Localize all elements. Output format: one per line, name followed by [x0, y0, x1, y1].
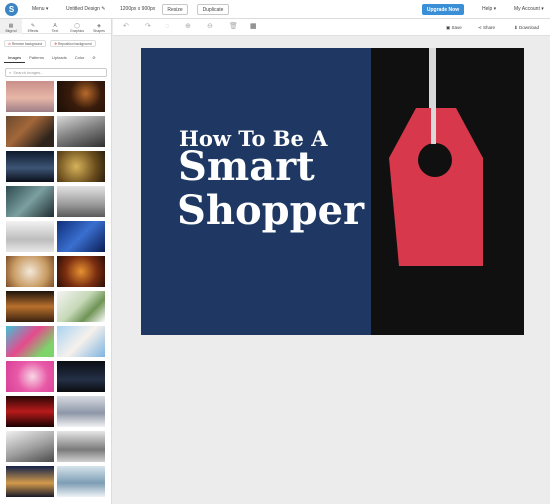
- city-dusk-photo[interactable]: [6, 466, 54, 497]
- tab-shapes[interactable]: ◈ Shapes: [88, 19, 110, 34]
- blossom-branch-photo[interactable]: [57, 326, 105, 357]
- star-night-photo[interactable]: [57, 361, 105, 392]
- download-button[interactable]: ⬇ Download: [514, 25, 539, 31]
- account-menu[interactable]: My Account ▾: [514, 6, 544, 12]
- delete-icon[interactable]: 🗑: [229, 23, 238, 31]
- move-forward-icon[interactable]: ⊕: [185, 23, 191, 31]
- pink-sky-photo[interactable]: [6, 81, 54, 112]
- download-label: Download: [519, 25, 540, 30]
- move-back-icon[interactable]: ⊖: [207, 23, 213, 31]
- remove-icon: ⊘: [8, 41, 11, 46]
- hanging-lights-photo[interactable]: [6, 291, 54, 322]
- white-branches-photo[interactable]: [6, 221, 54, 252]
- undo-icon[interactable]: ↶: [123, 23, 129, 31]
- palm-leaf-photo[interactable]: [57, 291, 105, 322]
- tab-graphics[interactable]: ◯ Graphics: [66, 19, 88, 34]
- search-icon: ⌕: [9, 70, 12, 75]
- design-name[interactable]: Untitled Design ✎: [66, 6, 106, 12]
- reposition-icon: ✥: [54, 41, 57, 46]
- price-tag-graphic[interactable]: [371, 48, 524, 335]
- snow-forest-photo[interactable]: [57, 431, 105, 462]
- tab-label: Text: [51, 29, 59, 33]
- resize-button[interactable]: Resize: [162, 4, 188, 15]
- grid-icon[interactable]: ▦: [250, 23, 257, 31]
- tag-string-over: [431, 108, 436, 144]
- tab-effects[interactable]: ✎ Effects: [22, 19, 44, 34]
- left-sidebar: ▦ Bkgrnd ✎ Effects A Text ◯ Graphics ◈ Shapes…: [0, 19, 112, 504]
- tag-hole: [418, 143, 452, 177]
- subtab-color[interactable]: Color: [71, 53, 89, 63]
- search-input[interactable]: ⌕ Search Images...: [5, 68, 107, 77]
- editor-toolbar: ↶ ↷ ◌ ⊕ ⊖ 🗑 ▦ ▣ Save ⋖ Share ⬇ Download: [113, 19, 550, 36]
- subtab-patterns[interactable]: Patterns: [25, 53, 48, 63]
- pink-flower-photo[interactable]: [6, 361, 54, 392]
- reposition-background-label: Reposition background: [57, 41, 92, 46]
- save-button[interactable]: ▣ Save: [446, 25, 462, 31]
- redo-icon[interactable]: ↷: [145, 23, 151, 31]
- orange-bokeh-photo[interactable]: [57, 256, 105, 287]
- blue-cubes-photo[interactable]: [57, 221, 105, 252]
- menu-button[interactable]: Menu ▾: [32, 6, 48, 12]
- help-menu[interactable]: Help ▾: [482, 6, 496, 12]
- reposition-background-button[interactable]: ✥ Reposition background: [50, 40, 96, 47]
- neon-sign-photo[interactable]: [6, 396, 54, 427]
- fire-sparks-photo[interactable]: [57, 81, 105, 112]
- tab-background[interactable]: ▦ Bkgrnd: [0, 19, 22, 34]
- headline-line-3[interactable]: Shopper: [177, 189, 364, 233]
- design-size: 1200px x 900px: [120, 6, 156, 12]
- tab-label: Shapes: [93, 29, 105, 33]
- subtab-images[interactable]: Images: [4, 53, 26, 63]
- snow-cabin-photo[interactable]: [57, 396, 105, 427]
- remove-background-label: Remove background: [11, 41, 43, 46]
- design-canvas[interactable]: How To Be A Smart Shopper: [141, 48, 524, 335]
- headline-line-2[interactable]: Smart: [178, 145, 315, 189]
- background-actions: ⊘ Remove background ✥ Reposition backgroun…: [4, 40, 96, 47]
- black-background-panel[interactable]: [371, 48, 524, 335]
- tab-label: Bkgrnd: [5, 29, 17, 33]
- teal-rocks-photo[interactable]: [6, 186, 54, 217]
- tab-label: Effects: [27, 29, 39, 33]
- save-label: Save: [451, 25, 462, 30]
- gold-bokeh-photo[interactable]: [57, 151, 105, 182]
- tab-text[interactable]: A Text: [44, 19, 66, 34]
- subtab-uploads[interactable]: Uploads: [48, 53, 71, 63]
- snowy-hill-photo[interactable]: [6, 431, 54, 462]
- remove-background-button[interactable]: ⊘ Remove background: [4, 40, 47, 47]
- share-button[interactable]: ⋖ Share: [478, 25, 495, 31]
- upgrade-button[interactable]: Upgrade Now: [422, 4, 464, 15]
- misty-pier-photo[interactable]: [57, 186, 105, 217]
- duplicate-button[interactable]: Duplicate: [197, 4, 229, 15]
- layer-icon[interactable]: ◌: [165, 23, 169, 31]
- steering-wheel-photo[interactable]: [57, 116, 105, 147]
- image-source-tabs: Images Patterns Uploads Color ⊘: [4, 53, 100, 63]
- search-placeholder: Search Images...: [13, 70, 44, 75]
- food-plates-photo[interactable]: [6, 116, 54, 147]
- piggy-bank-photo[interactable]: [6, 326, 54, 357]
- frozen-lake-photo[interactable]: [57, 466, 105, 497]
- app-logo[interactable]: S: [5, 3, 18, 16]
- tab-label: Graphics: [69, 29, 84, 33]
- subtab-none-icon[interactable]: ⊘: [88, 53, 99, 63]
- sidebar-tabs: ▦ Bkgrnd ✎ Effects A Text ◯ Graphics ◈ Shapes: [0, 19, 111, 34]
- share-label: Share: [483, 25, 496, 30]
- top-bar: S Menu ▾ Untitled Design ✎ 1200px x 900p…: [0, 0, 550, 19]
- night-horizon-photo[interactable]: [6, 151, 54, 182]
- confetti-table-photo[interactable]: [6, 256, 54, 287]
